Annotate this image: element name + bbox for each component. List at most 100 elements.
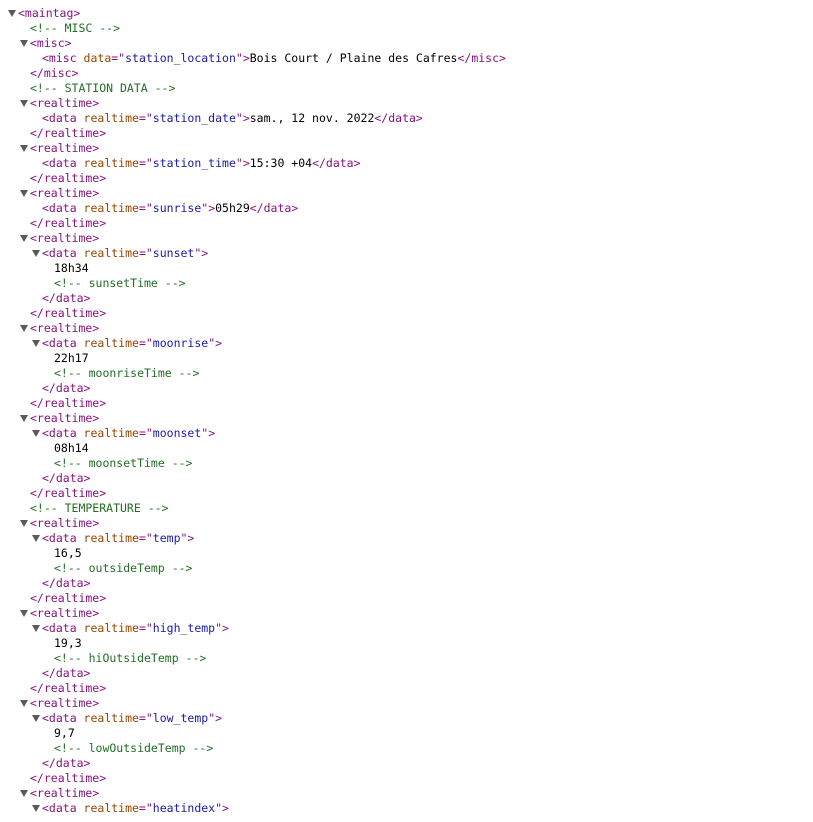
xml-line: </realtime> [0,396,813,411]
xml-line[interactable]: <realtime> [0,786,813,801]
xml-tag: =" [138,201,153,215]
xml-line[interactable]: <realtime> [0,96,813,111]
collapse-triangle-icon[interactable] [20,145,28,152]
xml-tag: "> [201,201,216,215]
xml-line: </misc> [0,66,813,81]
xml-tag: <data [42,201,84,215]
xml-tag: </realtime> [30,171,107,185]
xml-tag: "> [180,531,195,545]
xml-line[interactable]: <data realtime="heatindex"> [0,801,813,816]
xml-comment: <!-- STATION DATA --> [30,81,176,95]
xml-text: 18h34 [54,261,89,275]
collapse-triangle-icon[interactable] [32,805,40,812]
xml-line[interactable]: <realtime> [0,186,813,201]
xml-line[interactable]: <data realtime="sunset"> [0,246,813,261]
xml-tag: <realtime> [30,696,100,710]
xml-tag: "> [194,246,209,260]
xml-line: <data realtime="station_time">15:30 +04<… [0,156,813,171]
xml-tag: <realtime> [30,321,100,335]
collapse-triangle-icon[interactable] [8,10,16,17]
xml-line: <data realtime="station_date">sam., 12 n… [0,111,813,126]
xml-tag: </realtime> [30,306,107,320]
xml-attr-value: moonrise [152,336,209,350]
collapse-triangle-icon[interactable] [20,190,28,197]
xml-tag: =" [138,336,153,350]
xml-attr-name: realtime [83,711,139,725]
collapse-triangle-icon[interactable] [32,250,40,257]
xml-line[interactable]: <realtime> [0,141,813,156]
xml-tag: <data [42,156,84,170]
xml-tag: <data [42,246,84,260]
xml-line[interactable]: <data realtime="moonrise"> [0,336,813,351]
xml-line: <misc data="station_location">Bois Court… [0,51,813,66]
collapse-triangle-icon[interactable] [32,340,40,347]
xml-line[interactable]: <data realtime="moonset"> [0,426,813,441]
xml-line[interactable]: <realtime> [0,606,813,621]
xml-line[interactable]: <realtime> [0,516,813,531]
xml-attr-value: station_date [152,111,236,125]
xml-tag: "> [235,156,250,170]
xml-tag: </data> [249,201,299,215]
collapse-triangle-icon[interactable] [20,700,28,707]
xml-text: 15:30 +04 [249,156,313,170]
xml-tag: <realtime> [30,186,100,200]
xml-attr-value: heatindex [152,801,216,815]
xml-line[interactable]: <realtime> [0,411,813,426]
xml-line: 9,7 [0,726,813,741]
collapse-triangle-icon[interactable] [20,235,28,242]
xml-tag: <misc [42,51,84,65]
xml-line[interactable]: <realtime> [0,321,813,336]
xml-tag: <data [42,801,84,815]
xml-line[interactable]: <realtime> [0,696,813,711]
xml-line: </data> [0,666,813,681]
xml-tag: <data [42,711,84,725]
xml-line[interactable]: <data realtime="low_temp"> [0,711,813,726]
xml-comment: <!-- moonsetTime --> [54,456,193,470]
xml-tag: </realtime> [30,771,107,785]
collapse-triangle-icon[interactable] [20,610,28,617]
xml-tag: <realtime> [30,141,100,155]
collapse-triangle-icon[interactable] [32,625,40,632]
xml-line[interactable]: <misc> [0,36,813,51]
xml-tag: "> [208,336,223,350]
xml-line: 22h17 [0,351,813,366]
xml-tag: </data> [42,576,91,590]
xml-line[interactable]: <data realtime="high_temp"> [0,621,813,636]
collapse-triangle-icon[interactable] [20,40,28,47]
xml-tag: <misc> [30,36,72,50]
xml-line[interactable]: <data realtime="temp"> [0,531,813,546]
xml-line[interactable]: <maintag> [0,6,813,21]
collapse-triangle-icon[interactable] [20,325,28,332]
xml-comment: <!-- TEMPERATURE --> [30,501,169,515]
xml-attr-value: moonset [152,426,202,440]
collapse-triangle-icon[interactable] [20,415,28,422]
xml-attr-name: realtime [83,201,139,215]
xml-tag: =" [138,156,153,170]
xml-attr-value: sunrise [152,201,202,215]
xml-tag: "> [235,111,250,125]
xml-line[interactable]: <realtime> [0,231,813,246]
collapse-triangle-icon[interactable] [32,535,40,542]
xml-tag: =" [138,426,153,440]
xml-line: <!-- lowOutsideTemp --> [0,741,813,756]
xml-attr-name: realtime [83,531,139,545]
collapse-triangle-icon[interactable] [20,520,28,527]
xml-tag: <realtime> [30,411,100,425]
xml-line: </data> [0,381,813,396]
xml-tag: </data> [42,666,91,680]
xml-line: <!-- sunsetTime --> [0,276,813,291]
xml-tag: <realtime> [30,231,100,245]
xml-tag: <realtime> [30,516,100,530]
collapse-triangle-icon[interactable] [20,790,28,797]
xml-tag: =" [111,51,126,65]
xml-tag: </realtime> [30,126,107,140]
xml-tag: <data [42,111,84,125]
xml-attr-value: low_temp [152,711,209,725]
collapse-triangle-icon[interactable] [32,430,40,437]
xml-tag: "> [215,621,229,635]
xml-tag: <data [42,531,84,545]
collapse-triangle-icon[interactable] [20,100,28,107]
xml-tag: </data> [312,156,361,170]
collapse-triangle-icon[interactable] [32,715,40,722]
xml-line: </realtime> [0,171,813,186]
